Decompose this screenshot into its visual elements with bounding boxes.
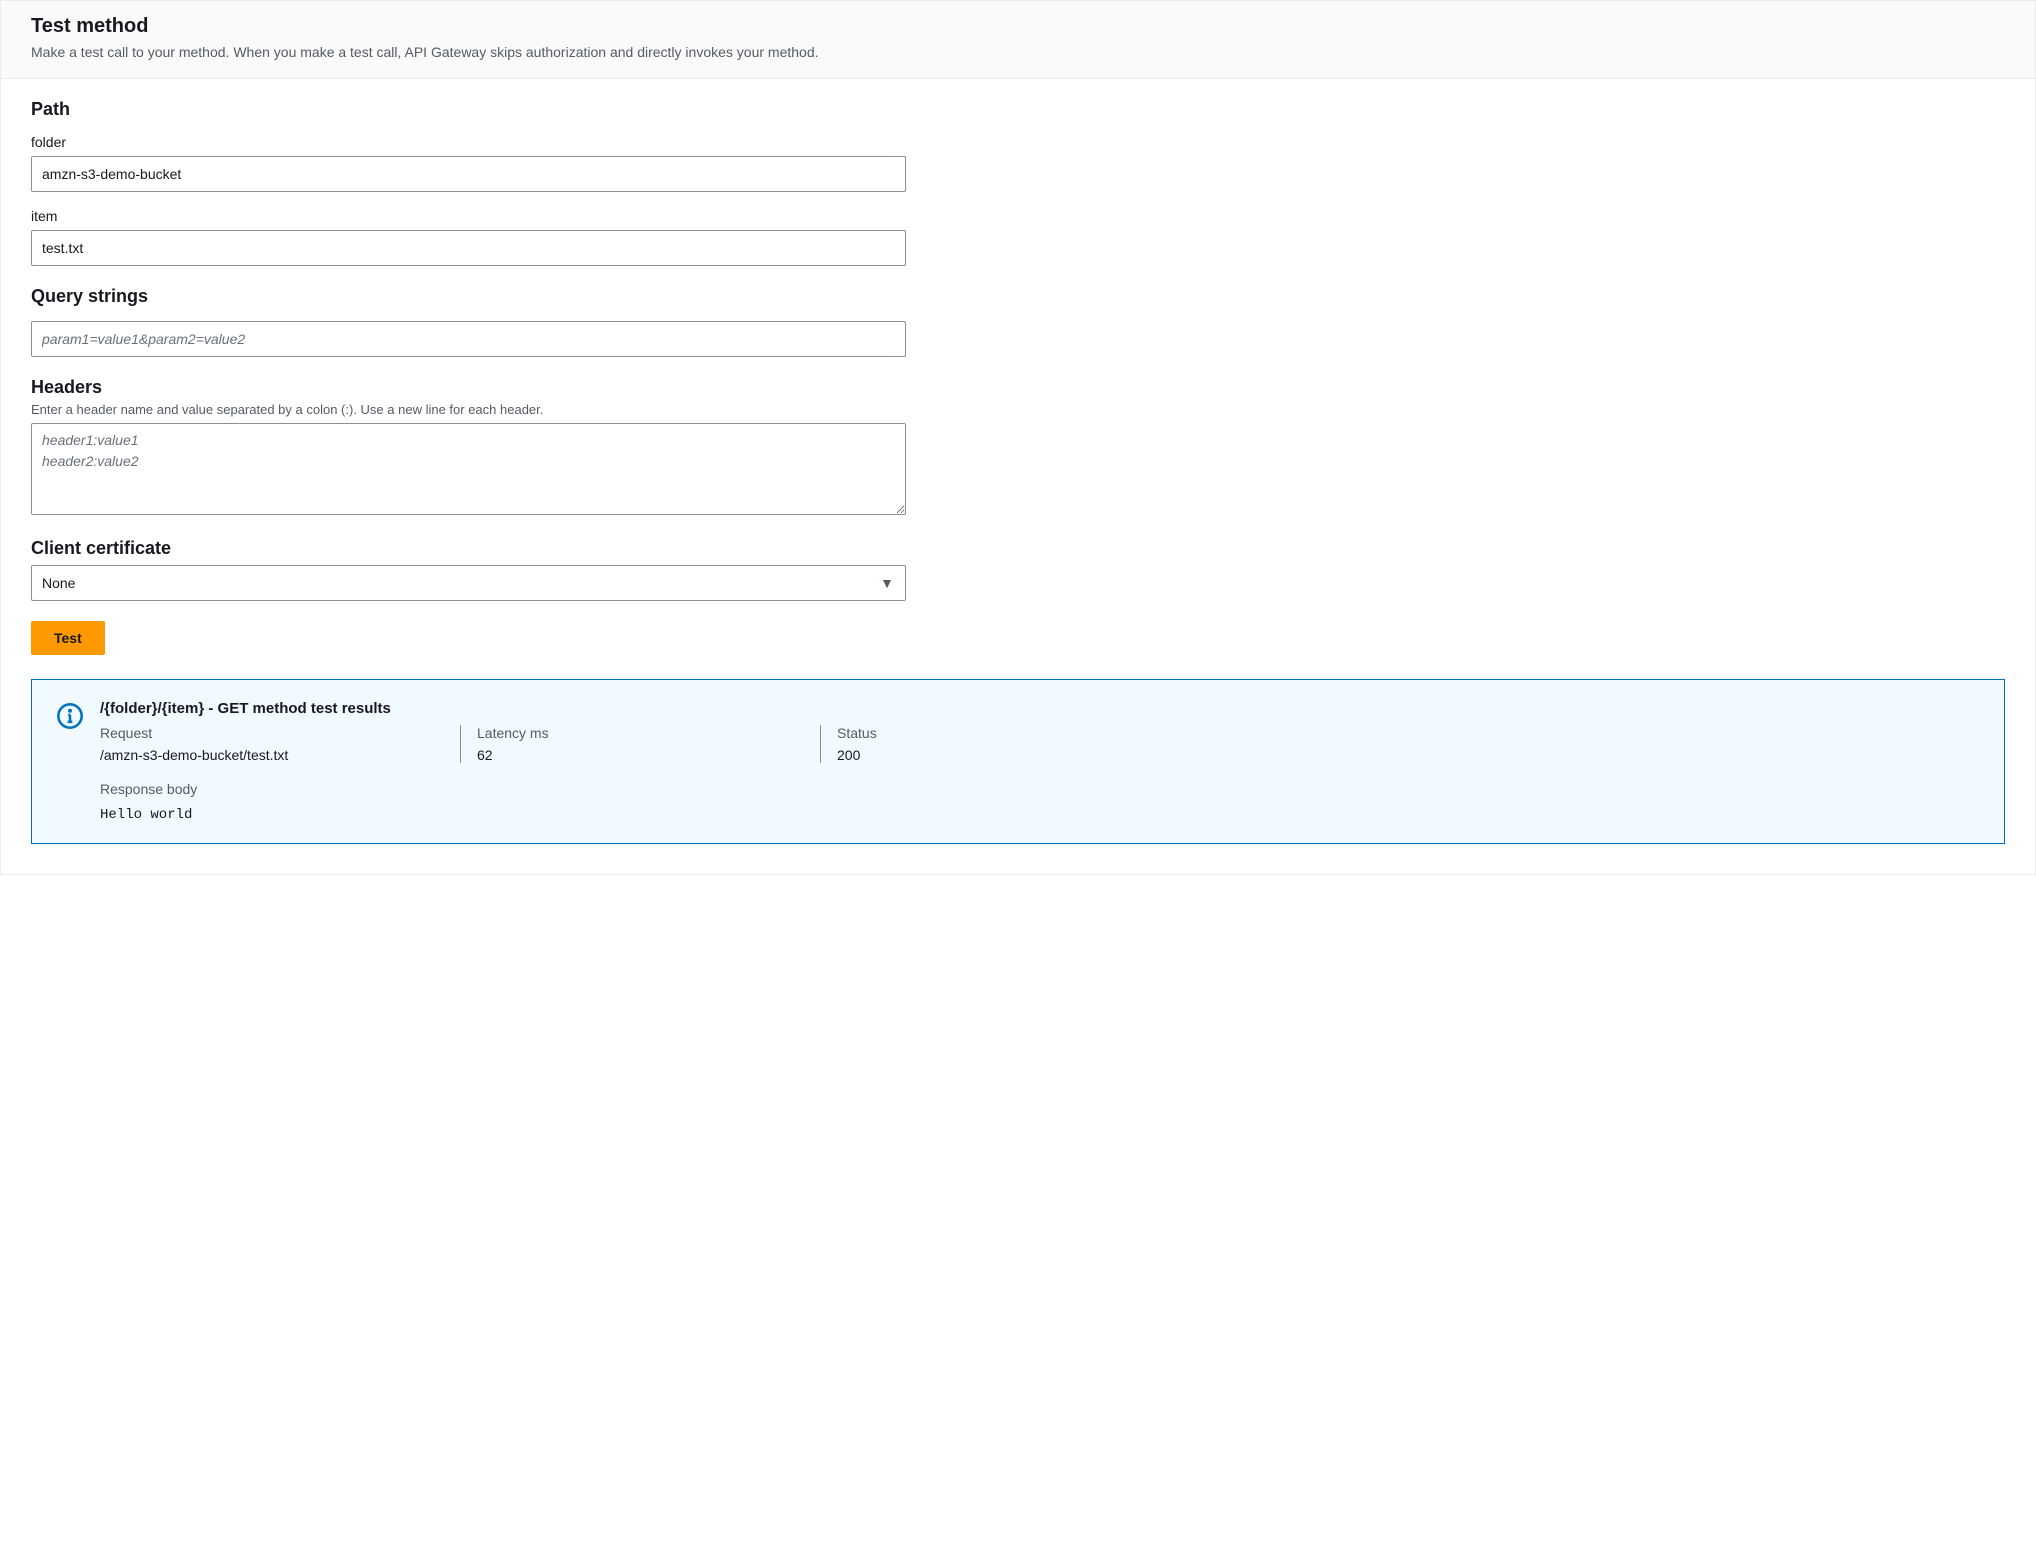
client-certificate-section: Client certificate None ▼ — [31, 538, 2005, 601]
test-results-box: /{folder}/{item} - GET method test resul… — [31, 679, 2005, 844]
request-column: Request /amzn-s3-demo-bucket/test.txt — [100, 725, 460, 763]
item-label: item — [31, 208, 2005, 224]
panel-header: Test method Make a test call to your met… — [1, 1, 2035, 79]
latency-label: Latency ms — [477, 725, 804, 741]
panel-description: Make a test call to your method. When yo… — [31, 44, 2005, 60]
item-input[interactable] — [31, 230, 906, 266]
client-certificate-select[interactable]: None — [31, 565, 906, 601]
results-content: /{folder}/{item} - GET method test resul… — [100, 700, 1980, 823]
path-title: Path — [31, 99, 2005, 120]
panel-title: Test method — [31, 15, 2005, 38]
results-summary-row: Request /amzn-s3-demo-bucket/test.txt La… — [100, 725, 1980, 763]
folder-field: folder — [31, 134, 2005, 192]
headers-title: Headers — [31, 377, 2005, 398]
response-body-value: Hello world — [100, 807, 1980, 823]
query-strings-section: Query strings — [31, 286, 2005, 357]
headers-description: Enter a header name and value separated … — [31, 402, 2005, 417]
test-method-panel: Test method Make a test call to your met… — [0, 0, 2036, 875]
headers-textarea[interactable] — [31, 423, 906, 515]
headers-section: Headers Enter a header name and value se… — [31, 377, 2005, 518]
status-label: Status — [837, 725, 1964, 741]
results-title: /{folder}/{item} - GET method test resul… — [100, 700, 1980, 717]
query-strings-title: Query strings — [31, 286, 2005, 307]
status-value: 200 — [837, 747, 1964, 763]
path-section: Path folder item — [31, 99, 2005, 266]
request-value: /amzn-s3-demo-bucket/test.txt — [100, 747, 444, 763]
latency-column: Latency ms 62 — [460, 725, 820, 763]
client-certificate-title: Client certificate — [31, 538, 2005, 559]
latency-value: 62 — [477, 747, 804, 763]
folder-label: folder — [31, 134, 2005, 150]
item-field: item — [31, 208, 2005, 266]
folder-input[interactable] — [31, 156, 906, 192]
info-icon — [56, 702, 84, 730]
request-label: Request — [100, 725, 444, 741]
panel-body: Path folder item Query strings Headers E… — [1, 79, 2035, 874]
response-body-label: Response body — [100, 781, 1980, 797]
test-button[interactable]: Test — [31, 621, 105, 655]
response-body-section: Response body Hello world — [100, 781, 1980, 823]
query-strings-input[interactable] — [31, 321, 906, 357]
status-column: Status 200 — [820, 725, 1980, 763]
